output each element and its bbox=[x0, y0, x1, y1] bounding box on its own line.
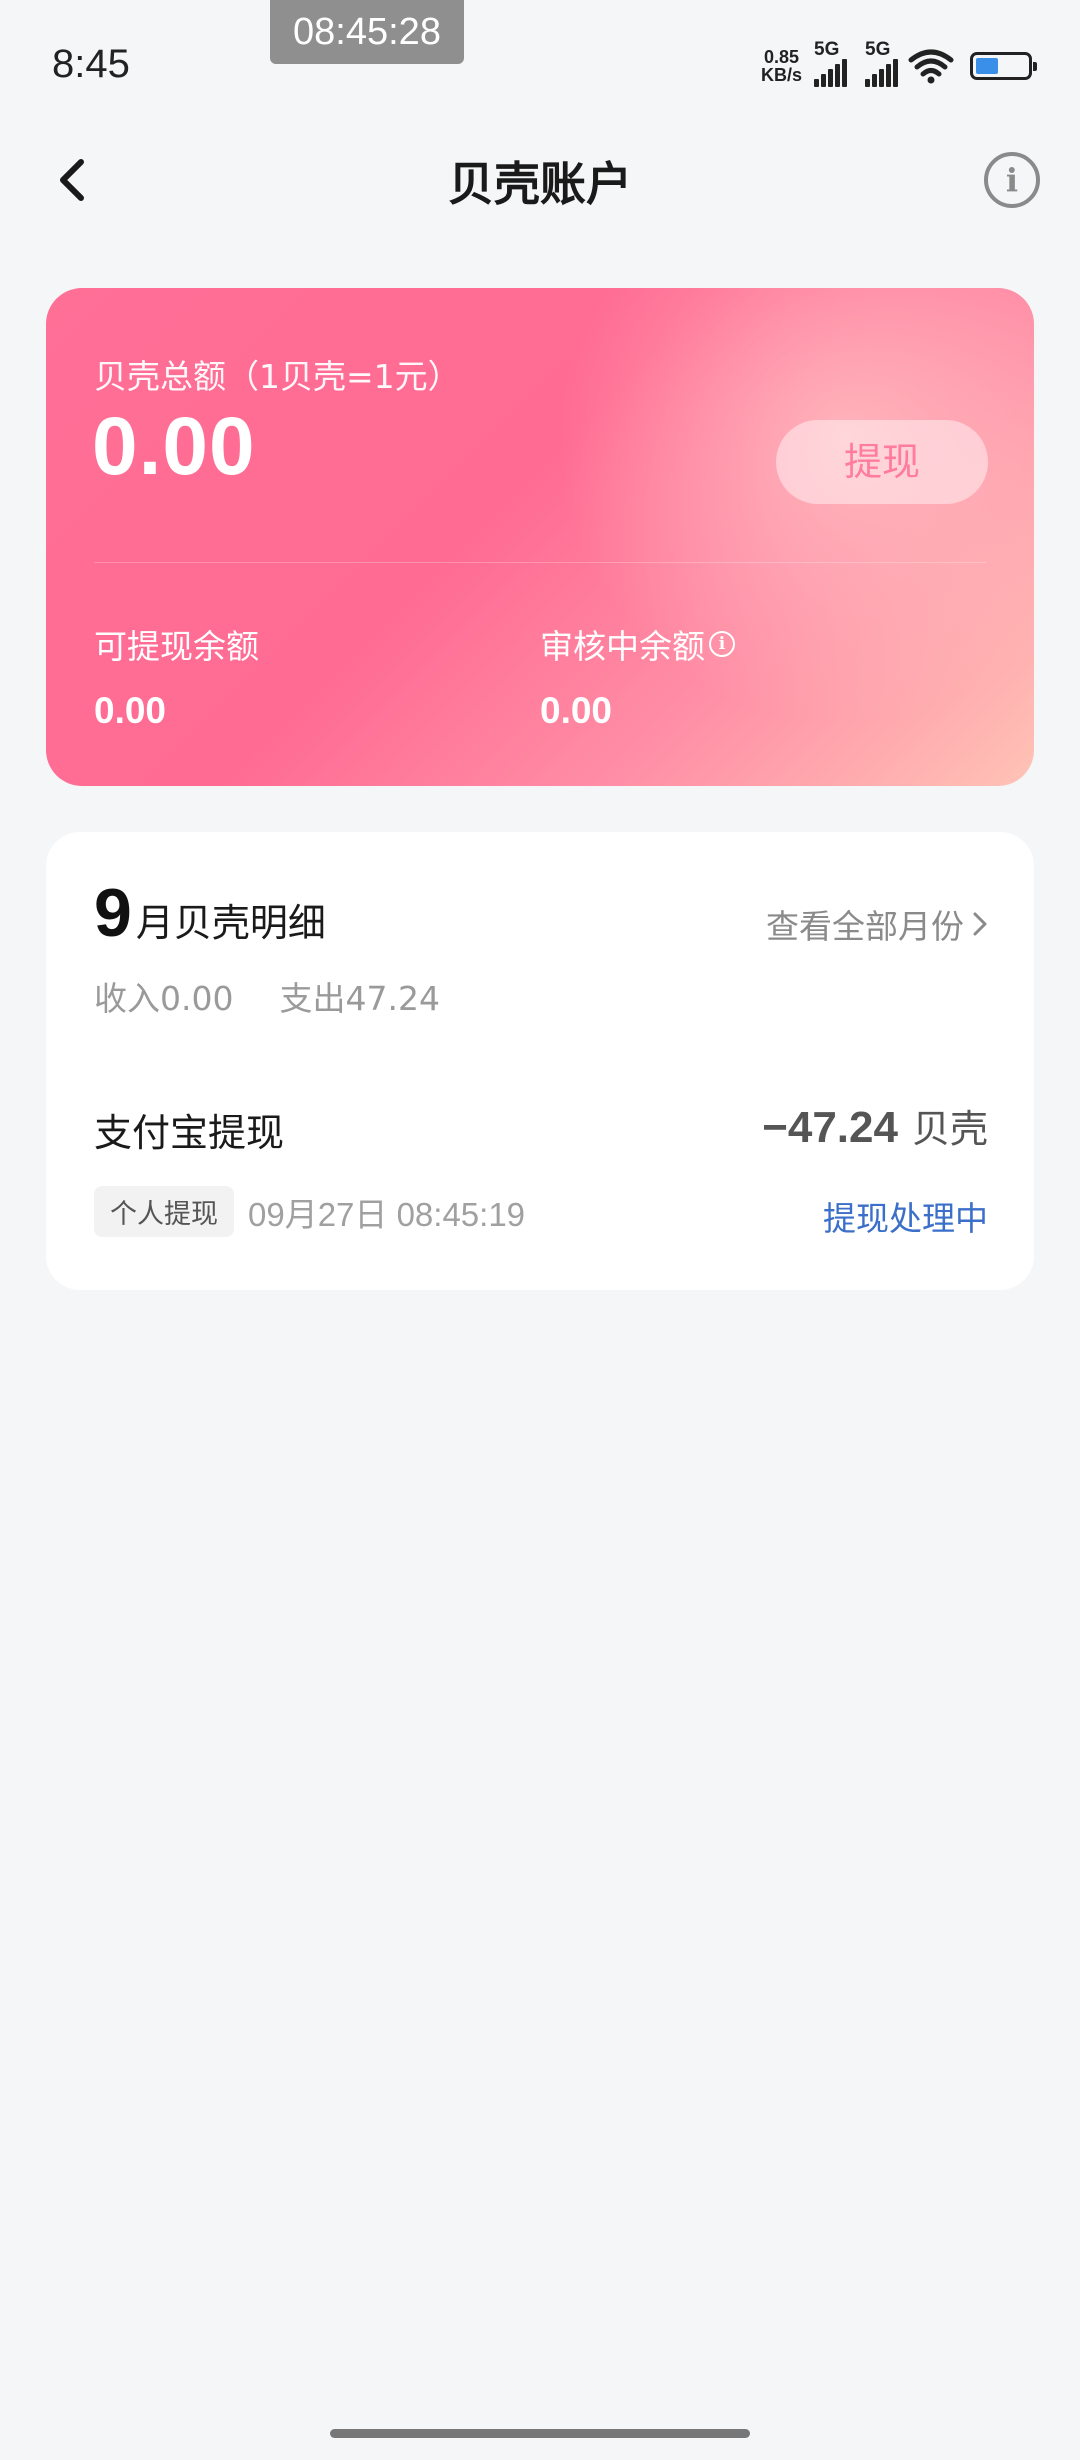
pending-balance-label: 审核中余额 bbox=[540, 627, 705, 666]
transaction-time: 09月27日 08:45:19 bbox=[248, 1195, 526, 1233]
signal-icon-sim2: 5G bbox=[865, 39, 898, 87]
withdrawable-balance-value: 0.00 bbox=[94, 690, 167, 731]
card-divider bbox=[94, 562, 986, 563]
network-speed: 0.85 KB/s bbox=[761, 48, 802, 84]
total-balance-label: 贝壳总额（1贝壳=1元） bbox=[94, 357, 461, 396]
sim2-network-label: 5G bbox=[865, 39, 891, 60]
chevron-right-icon bbox=[973, 912, 987, 936]
home-indicator[interactable] bbox=[330, 2429, 750, 2438]
pending-balance: 审核中余额 i 0.00 bbox=[540, 620, 735, 732]
income-summary: 收入0.00 bbox=[94, 979, 234, 1018]
status-icons: 0.85 KB/s 5G 5G bbox=[761, 39, 1037, 87]
pending-balance-value: 0.00 bbox=[540, 690, 613, 731]
expense-summary: 支出47.24 bbox=[279, 979, 440, 1018]
withdraw-button[interactable]: 提现 bbox=[776, 420, 988, 504]
view-all-months-label: 查看全部月份 bbox=[766, 907, 964, 946]
withdrawable-balance: 可提现余额 0.00 bbox=[94, 620, 259, 732]
transaction-tag: 个人提现 bbox=[94, 1186, 234, 1237]
signal-icon-sim1: 5G bbox=[814, 39, 847, 87]
info-button[interactable]: i bbox=[984, 152, 1040, 208]
battery-icon bbox=[970, 52, 1037, 80]
view-all-months-link[interactable]: 查看全部月份 bbox=[766, 900, 988, 948]
sim1-network-label: 5G bbox=[814, 39, 840, 60]
screen-recording-timer: 08:45:28 bbox=[270, 0, 464, 64]
transaction-status: 提现处理中 bbox=[823, 1199, 988, 1238]
page-title: 贝壳账户 bbox=[448, 157, 632, 211]
pending-info-icon[interactable]: i bbox=[709, 631, 735, 657]
transaction-amount-unit: 贝壳 bbox=[911, 1107, 988, 1151]
monthly-detail-card: 9 月贝壳明细 查看全部月份 收入0.00 支出47.24 支付宝提现 −47.… bbox=[46, 832, 1034, 1290]
month-title: 9 月贝壳明细 bbox=[94, 874, 326, 952]
transaction-amount: −47.24 贝壳 bbox=[762, 1098, 988, 1153]
month-title-label: 月贝壳明细 bbox=[135, 901, 326, 945]
status-bar: 8:45 08:45:28 0.85 KB/s 5G 5G bbox=[0, 0, 1080, 140]
network-speed-value: 0.85 bbox=[763, 47, 800, 67]
transaction-amount-value: −47.24 bbox=[762, 1103, 898, 1152]
network-speed-unit: KB/s bbox=[760, 65, 802, 85]
transaction-title: 支付宝提现 bbox=[94, 1111, 285, 1155]
month-number: 9 bbox=[94, 875, 132, 951]
wifi-icon bbox=[908, 49, 954, 84]
nav-bar: 贝壳账户 i bbox=[0, 140, 1080, 220]
balance-card: 贝壳总额（1贝壳=1元） 0.00 提现 可提现余额 0.00 审核中余额 i … bbox=[46, 288, 1034, 786]
total-balance-value: 0.00 bbox=[92, 401, 256, 492]
status-time: 8:45 bbox=[52, 42, 130, 86]
withdrawable-balance-label: 可提现余额 bbox=[94, 627, 259, 666]
battery-level bbox=[976, 58, 998, 74]
transaction-meta: 个人提现 09月27日 08:45:19 bbox=[94, 1186, 525, 1237]
month-summary: 收入0.00 支出47.24 bbox=[94, 972, 440, 1020]
